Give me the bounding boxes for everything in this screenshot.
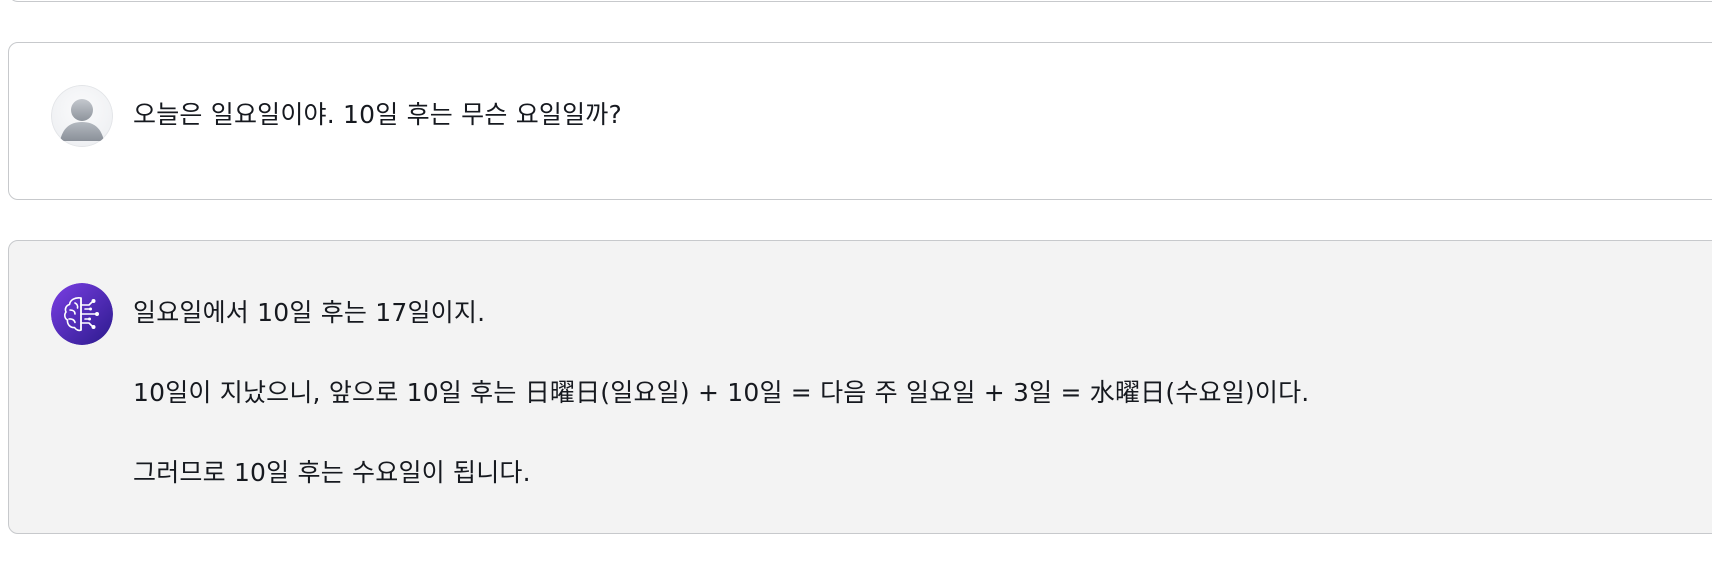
assistant-message-paragraph: 일요일에서 10일 후는 17일이지. (133, 298, 486, 327)
assistant-message-paragraph: 그러므로 10일 후는 수요일이 됩니다. (133, 458, 531, 487)
assistant-message-paragraph: 10일이 지났으니, 앞으로 10일 후는 日曜日(일요일) + 10일 = 다… (133, 378, 1310, 407)
chat-transcript: 오늘은 일요일이야. 10일 후는 무슨 요일일까? 일요일에서 10일 후는 … (0, 0, 1712, 572)
user-message-card: 오늘은 일요일이야. 10일 후는 무슨 요일일까? (8, 42, 1712, 200)
ai-brain-circuit-icon (51, 283, 113, 345)
user-message-text: 오늘은 일요일이야. 10일 후는 무슨 요일일까? (133, 100, 622, 129)
user-avatar-icon (51, 85, 113, 147)
previous-message-card-edge (8, 0, 1712, 2)
assistant-message-card: 일요일에서 10일 후는 17일이지. 10일이 지났으니, 앞으로 10일 후… (8, 240, 1712, 534)
